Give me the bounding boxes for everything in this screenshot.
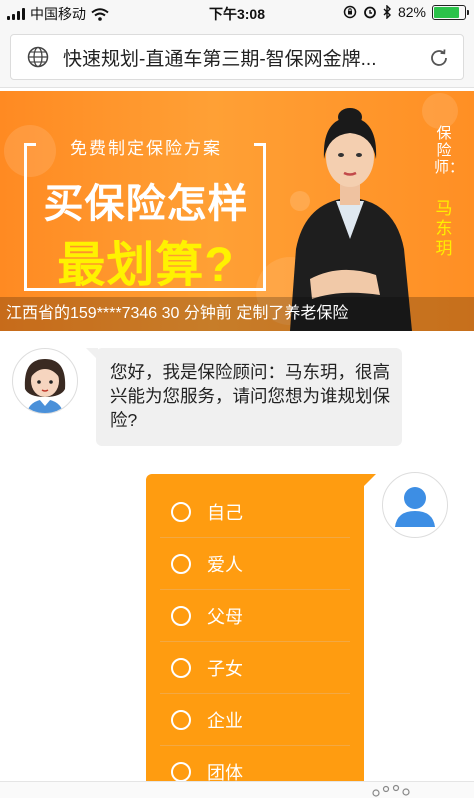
option-label: 父母 bbox=[207, 606, 243, 627]
radio-icon bbox=[171, 501, 191, 522]
radio-icon bbox=[171, 657, 191, 678]
page-title: 快速规划-直通车第三期-智保网金牌... bbox=[63, 48, 377, 70]
globe-icon bbox=[27, 46, 49, 68]
orientation-lock-icon bbox=[343, 5, 357, 19]
alarm-icon bbox=[364, 6, 376, 19]
radio-icon bbox=[171, 762, 191, 782]
option-label: 子女 bbox=[207, 658, 243, 679]
adviser-avatar-illustration bbox=[24, 359, 66, 413]
option-spouse[interactable]: 爱人 bbox=[160, 538, 350, 590]
battery-icon bbox=[432, 4, 469, 20]
bluetooth-icon bbox=[383, 5, 391, 19]
adviser-avatar bbox=[12, 348, 78, 414]
option-company[interactable]: 企业 bbox=[160, 694, 350, 746]
beneficiary-options: 自己 爱人 父母 子女 企业 团体 bbox=[146, 474, 376, 798]
user-avatar-icon bbox=[395, 487, 435, 527]
radio-icon bbox=[171, 553, 191, 574]
adviser-name: 马东玥 bbox=[435, 199, 453, 258]
radio-icon bbox=[171, 709, 191, 730]
banner-headline-highlight: 最划算? bbox=[57, 239, 235, 292]
status-bar: 中国移动 下午3:08 82% bbox=[0, 0, 474, 26]
battery-percent: 82% bbox=[397, 4, 426, 20]
adviser-label: 保险师： bbox=[434, 125, 465, 176]
browser-toolbar: 快速规划-直通车第三期-智保网金牌... bbox=[0, 26, 474, 88]
activity-ticker: 江西省的159****7346 30 分钟前 定制了养老保险 bbox=[0, 297, 474, 331]
address-bar[interactable]: 快速规划-直通车第三期-智保网金牌... bbox=[10, 34, 464, 80]
user-avatar bbox=[382, 472, 448, 538]
option-parents[interactable]: 父母 bbox=[160, 590, 350, 642]
option-label: 自己 bbox=[207, 502, 243, 523]
radio-icon bbox=[171, 605, 191, 626]
status-right: 82% bbox=[343, 4, 469, 20]
option-label: 企业 bbox=[207, 710, 243, 731]
more-dots-icon[interactable] bbox=[370, 784, 414, 798]
banner-subtitle: 免费制定保险方案 bbox=[70, 139, 222, 158]
option-self[interactable]: 自己 bbox=[160, 486, 350, 538]
banner-headline: 买保险怎样 bbox=[43, 182, 249, 226]
reload-icon[interactable] bbox=[427, 46, 451, 70]
adviser-message-bubble: 您好，我是保险顾问：马东玥，很高兴能为您服务，请问您想为谁规划保险? bbox=[86, 348, 402, 446]
option-label: 爱人 bbox=[207, 554, 243, 575]
battery-level bbox=[434, 6, 459, 18]
option-children[interactable]: 子女 bbox=[160, 642, 350, 694]
bottom-toolbar bbox=[0, 781, 474, 798]
promo-banner[interactable]: 免费制定保险方案 买保险怎样 最划算? 保险师： 马东玥 江西省的159****… bbox=[0, 91, 474, 331]
